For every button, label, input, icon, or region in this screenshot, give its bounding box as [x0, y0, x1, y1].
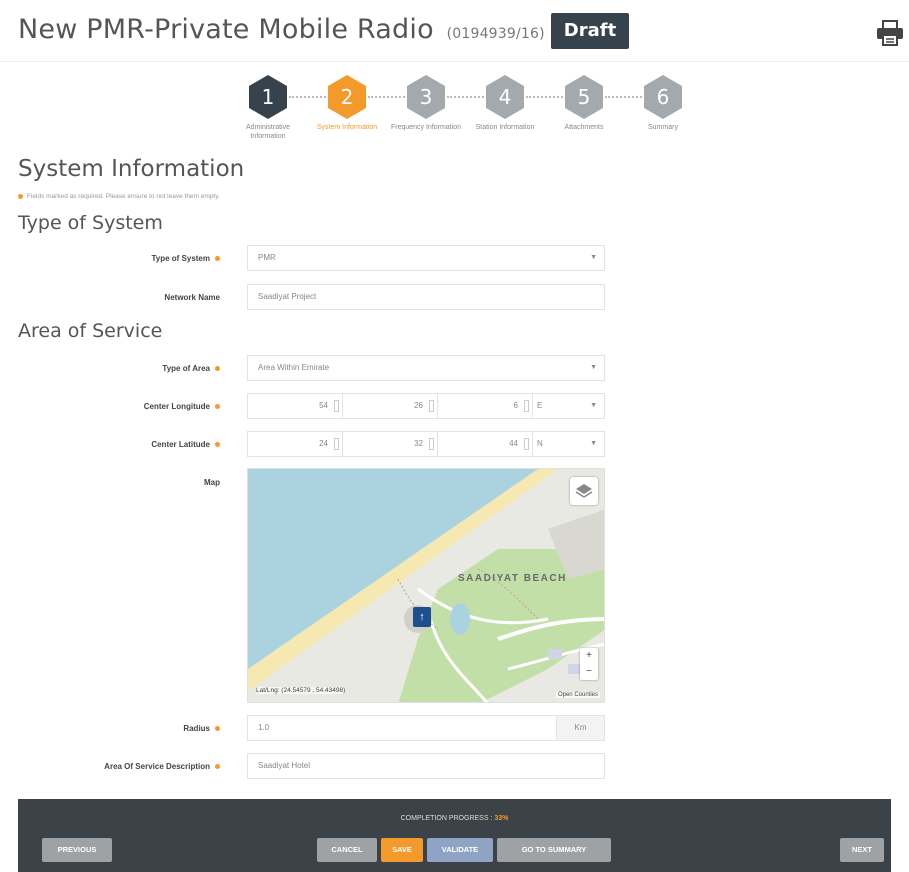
type-of-system-select[interactable]: PMR ▼ — [247, 245, 605, 271]
step-number: 4 — [498, 85, 512, 109]
chevron-down-icon: ▼ — [590, 254, 597, 261]
map-tiles — [248, 469, 604, 702]
map-zoom-control: + − — [580, 648, 598, 680]
spinner-icon[interactable] — [334, 400, 339, 412]
step-label: Summary — [648, 124, 678, 131]
wizard-step-6[interactable]: 6 Summary — [623, 74, 703, 132]
hexagon-step-icon: 2 — [326, 74, 368, 120]
longitude-minutes-input[interactable]: 26 — [343, 394, 438, 418]
previous-button[interactable]: PREVIOUS — [42, 838, 112, 862]
spinner-icon[interactable] — [524, 438, 529, 450]
completion-progress: COMPLETION PROGRESS : 33% — [400, 815, 509, 822]
required-dot-icon — [215, 726, 220, 732]
next-button[interactable]: NEXT — [840, 838, 884, 862]
step-number: 2 — [340, 85, 354, 109]
longitude-seconds-input[interactable]: 6 — [438, 394, 533, 418]
step-label: Attachments — [564, 124, 604, 131]
map-layers-icon[interactable] — [570, 477, 598, 505]
type-of-system-heading: Type of System — [18, 212, 163, 234]
map-widget[interactable]: SAADIYAT BEACH ↑ + − Lat/Lng: (24.54579 … — [247, 468, 605, 703]
spinner-icon[interactable] — [429, 400, 434, 412]
hexagon-step-icon: 4 — [484, 74, 526, 120]
spinner-icon[interactable] — [429, 438, 434, 450]
wizard-step-4[interactable]: 4 Station Information — [465, 74, 545, 132]
wizard-step-1[interactable]: 1 Administrative Information — [228, 74, 308, 141]
cancel-button[interactable]: CANCEL — [317, 838, 377, 862]
radius-unit: Km — [556, 716, 604, 740]
required-note: Fields marked as required. Please ensure… — [18, 193, 220, 200]
go-to-summary-button[interactable]: GO TO SUMMARY — [497, 838, 611, 862]
required-dot-icon — [215, 256, 220, 262]
center-longitude-group: 54 26 6 E ▼ — [247, 393, 605, 419]
map-label: Map — [204, 478, 220, 487]
radius-label: Radius — [0, 724, 220, 733]
spinner-icon[interactable] — [334, 438, 339, 450]
wizard-step-3[interactable]: 3 Frequency Information — [386, 74, 466, 132]
chevron-down-icon: ▼ — [590, 402, 597, 409]
area-of-service-heading: Area of Service — [18, 320, 163, 342]
hexagon-step-icon: 5 — [563, 74, 605, 120]
type-of-area-label: Type of Area — [0, 364, 220, 373]
save-button[interactable]: SAVE — [381, 838, 423, 862]
required-dot-icon — [18, 193, 23, 199]
wizard-stepper: 1 Administrative Information 2 System Infor… — [230, 74, 700, 160]
page-title-text: New PMR-Private Mobile Radio — [18, 14, 434, 45]
map-coordinates: Lat/Lng: (24.54579 , 54.43498) — [256, 687, 346, 694]
validate-button[interactable]: VALIDATE — [427, 838, 493, 862]
latitude-minutes-input[interactable]: 32 — [343, 432, 438, 456]
type-of-system-label: Type of System — [0, 254, 220, 263]
required-dot-icon — [215, 442, 220, 448]
latitude-degrees-input[interactable]: 24 — [248, 432, 343, 456]
required-dot-icon — [215, 404, 220, 410]
center-latitude-label: Center Latitude — [0, 440, 220, 449]
center-latitude-group: 24 32 44 N ▼ — [247, 431, 605, 457]
reference-number: (0194939/16) — [446, 26, 545, 42]
latitude-direction-select[interactable]: N ▼ — [533, 432, 604, 456]
type-of-area-select[interactable]: Area Within Emirate ▼ — [247, 355, 605, 381]
area-description-label: Area Of Service Description — [0, 762, 220, 771]
page-header: New PMR-Private Mobile Radio (0194939/16… — [0, 0, 909, 62]
zoom-out-button[interactable]: − — [580, 664, 598, 680]
center-longitude-label: Center Longitude — [0, 402, 220, 411]
zoom-in-button[interactable]: + — [580, 648, 598, 664]
step-label: Station Information — [475, 124, 535, 131]
required-dot-icon — [215, 764, 220, 770]
section-title: System Information — [18, 156, 245, 182]
chevron-down-icon: ▼ — [590, 364, 597, 371]
print-icon[interactable] — [875, 20, 905, 46]
required-dot-icon — [215, 366, 220, 372]
wizard-step-5[interactable]: 5 Attachments — [544, 74, 624, 132]
step-number: 5 — [577, 85, 591, 109]
network-name-label: Network Name — [164, 293, 220, 302]
step-number: 1 — [261, 85, 275, 109]
area-description-input[interactable]: Saadiyat Hotel — [247, 753, 605, 779]
wizard-step-2[interactable]: 2 System Information — [307, 74, 387, 132]
map-place-label: SAADIYAT BEACH — [458, 573, 567, 584]
step-label: System Information — [316, 124, 378, 131]
map-attribution[interactable]: Open Counties — [555, 692, 600, 698]
network-name-input[interactable]: Saadiyat Project — [247, 284, 605, 310]
step-label: Administrative Information — [246, 124, 290, 140]
spinner-icon[interactable] — [524, 400, 529, 412]
page-title: New PMR-Private Mobile Radio (0194939/16… — [18, 14, 545, 45]
step-label: Frequency Information — [390, 124, 462, 131]
action-footer: COMPLETION PROGRESS : 33% PREVIOUS CANCE… — [18, 799, 891, 872]
hexagon-step-icon: 6 — [642, 74, 684, 120]
step-number: 3 — [419, 85, 433, 109]
latitude-seconds-input[interactable]: 44 — [438, 432, 533, 456]
application-form-page: New PMR-Private Mobile Radio (0194939/16… — [0, 0, 909, 872]
map-marker-icon[interactable]: ↑ — [413, 607, 431, 627]
longitude-direction-select[interactable]: E ▼ — [533, 394, 604, 418]
status-badge: Draft — [551, 13, 629, 49]
hexagon-step-icon: 3 — [405, 74, 447, 120]
longitude-degrees-input[interactable]: 54 — [248, 394, 343, 418]
hexagon-step-icon: 1 — [247, 74, 289, 120]
radius-input[interactable]: 1.0 Km — [247, 715, 605, 741]
chevron-down-icon: ▼ — [590, 440, 597, 447]
step-number: 6 — [656, 85, 670, 109]
